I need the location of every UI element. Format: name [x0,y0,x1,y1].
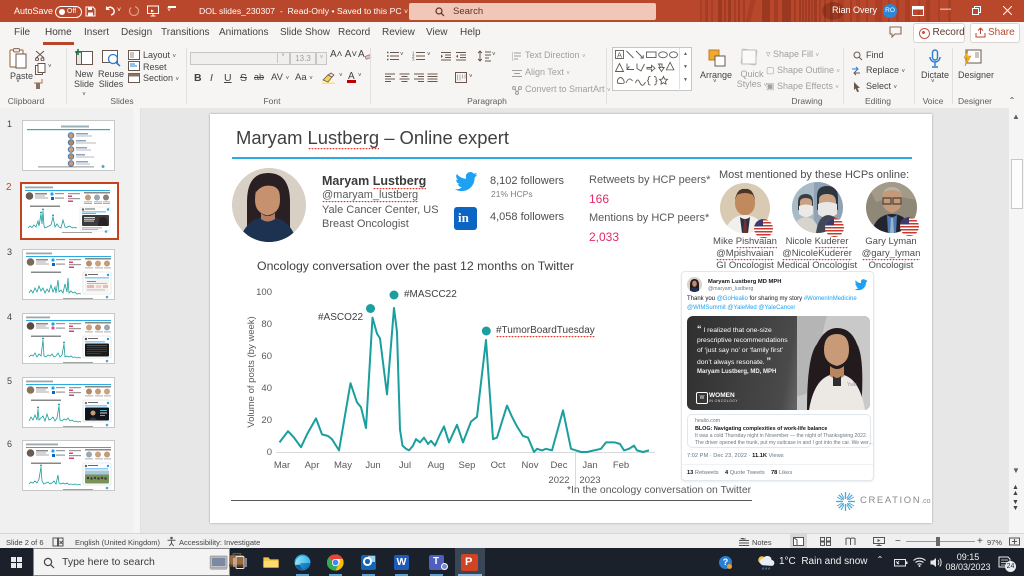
svg-text:A: A [617,51,622,60]
svg-text:3: 3 [412,57,415,61]
